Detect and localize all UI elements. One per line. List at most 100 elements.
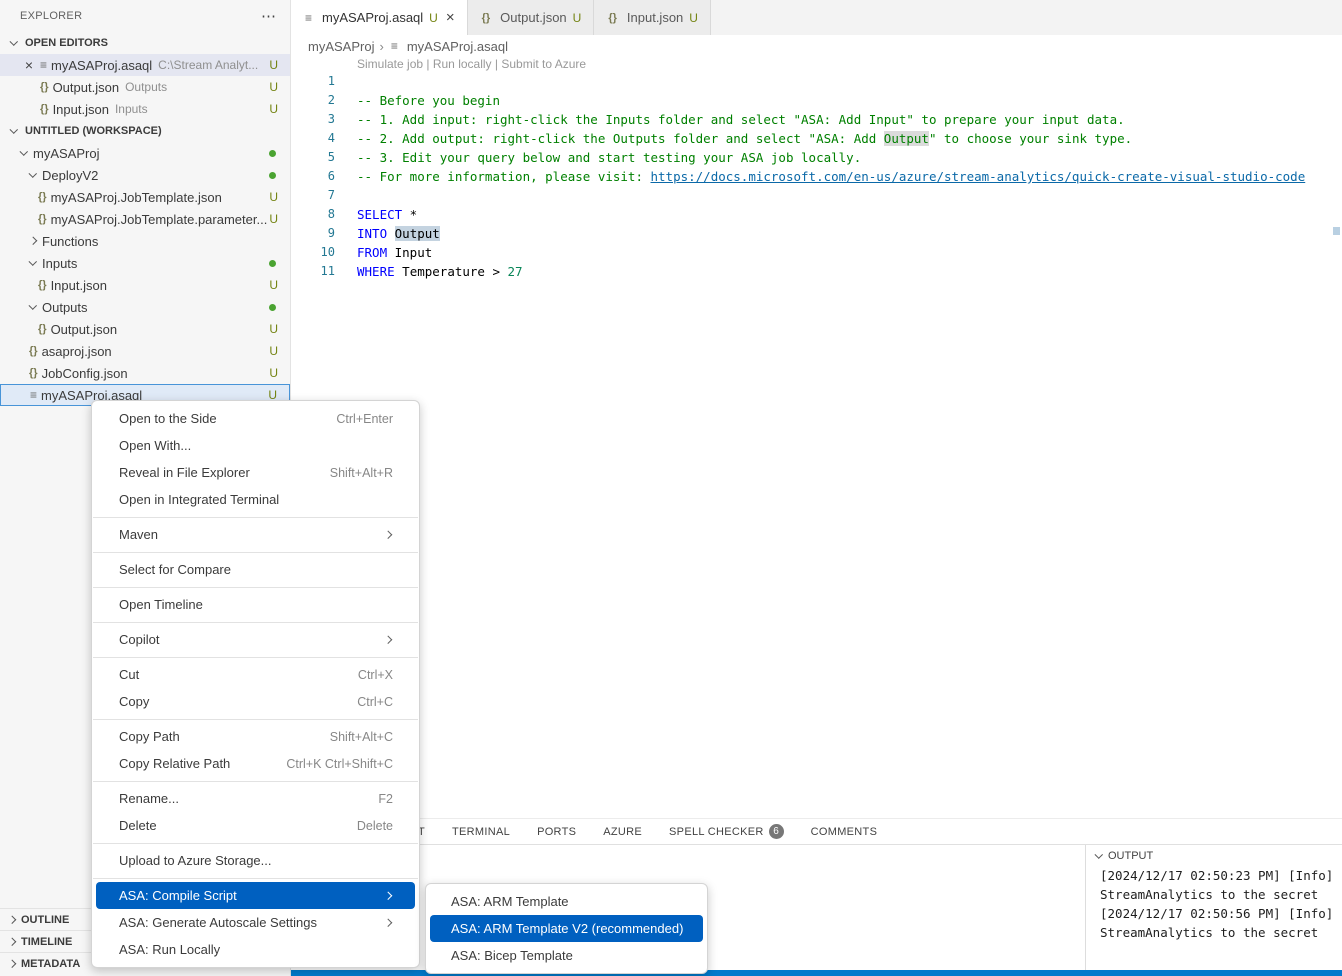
tree-item-input-json[interactable]: {}Input.jsonU — [0, 274, 290, 296]
breadcrumb-file[interactable]: myASAProj.asaql — [407, 39, 508, 54]
breadcrumb-separator: › — [379, 39, 383, 54]
submenu-item-asa-arm-template-v2-recommended[interactable]: ASA: ARM Template V2 (recommended) — [430, 915, 703, 942]
file-name: Output.json — [51, 322, 118, 337]
submenu-item-asa-bicep-template[interactable]: ASA: Bicep Template — [426, 942, 707, 969]
menu-item-copilot[interactable]: Copilot — [92, 626, 419, 653]
more-actions-icon[interactable]: ⋯ — [261, 7, 276, 25]
menu-item-copy-relative-path[interactable]: Copy Relative PathCtrl+K Ctrl+Shift+C — [92, 750, 419, 777]
workspace-section-header[interactable]: UNTITLED (WORKSPACE) — [0, 120, 290, 142]
json-icon: {} — [608, 12, 617, 24]
panel-tab-ports[interactable]: PORTS — [537, 826, 576, 838]
code-line: 5-- 3. Edit your query below and start t… — [291, 148, 1342, 167]
code-text — [335, 72, 357, 91]
tree-item-myasaproj[interactable]: myASAProj — [0, 142, 290, 164]
output-log-line: StreamAnalytics to the secret — [1100, 885, 1342, 904]
file-icon: ≡ — [30, 388, 37, 402]
editor-tab-output-json[interactable]: {}Output.jsonU — [468, 0, 595, 35]
menu-item-label: Copilot — [119, 632, 159, 647]
codelens: Simulate job | Run locally | Submit to A… — [357, 57, 586, 71]
menu-item-cut[interactable]: CutCtrl+X — [92, 661, 419, 688]
file-name: JobConfig.json — [42, 366, 128, 381]
close-icon[interactable]: × — [20, 57, 38, 73]
menu-item-delete[interactable]: DeleteDelete — [92, 812, 419, 839]
output-panel-header[interactable]: OUTPUT — [1086, 845, 1342, 864]
editor-tabbar: ≡myASAProj.asaqlU×{}Output.jsonU{}Input.… — [291, 0, 1342, 35]
menu-item-upload-to-azure-storage[interactable]: Upload to Azure Storage... — [92, 847, 419, 874]
menu-item-select-for-compare[interactable]: Select for Compare — [92, 556, 419, 583]
chevron-down-icon — [27, 170, 38, 181]
menu-item-copy-path[interactable]: Copy PathShift+Alt+C — [92, 723, 419, 750]
menu-item-open-timeline[interactable]: Open Timeline — [92, 591, 419, 618]
tree-item-myasaproj-jobtemplate-json[interactable]: {}myASAProj.JobTemplate.jsonU — [0, 186, 290, 208]
line-number: 2 — [291, 91, 335, 110]
file-name: Output.json — [53, 80, 120, 95]
git-status-badge: U — [429, 11, 438, 25]
tree-item-functions[interactable]: Functions — [0, 230, 290, 252]
editor-tab-input-json[interactable]: {}Input.jsonU — [594, 0, 711, 35]
tree-item-jobconfig-json[interactable]: {}JobConfig.jsonU — [0, 362, 290, 384]
tree-item-asaproj-json[interactable]: {}asaproj.jsonU — [0, 340, 290, 362]
code-token: FROM — [357, 245, 387, 260]
chevron-down-icon — [27, 302, 38, 313]
sidebar-header: EXPLORER ⋯ — [0, 0, 290, 32]
workspace-label: UNTITLED (WORKSPACE) — [25, 125, 162, 137]
panel-tab-azure[interactable]: AZURE — [603, 826, 642, 838]
panel-tab-spell-checker[interactable]: SPELL CHECKER6 — [669, 824, 784, 839]
line-number: 3 — [291, 110, 335, 129]
menu-item-open-with[interactable]: Open With... — [92, 432, 419, 459]
tree-item-deployv2[interactable]: DeployV2 — [0, 164, 290, 186]
menu-item-asa-generate-autoscale-settings[interactable]: ASA: Generate Autoscale Settings — [92, 909, 419, 936]
menu-item-label: Copy Relative Path — [119, 756, 230, 771]
chevron-right-icon — [382, 634, 393, 645]
menu-item-open-to-the-side[interactable]: Open to the SideCtrl+Enter — [92, 405, 419, 432]
codelens-action-run-locally[interactable]: Run locally — [433, 57, 492, 71]
open-editors-section-header[interactable]: OPEN EDITORS — [0, 32, 290, 54]
panel-tab-comments[interactable]: COMMENTS — [811, 826, 878, 838]
menu-shortcut: Ctrl+Enter — [336, 412, 393, 426]
file-detail: Outputs — [125, 80, 167, 94]
panel-tab-label: PORTS — [537, 826, 576, 838]
open-editor-item-myasaproj-asaql[interactable]: ×≡myASAProj.asaqlC:\Stream Analyt...U — [0, 54, 290, 76]
json-icon: {} — [38, 191, 47, 203]
submenu-item-asa-arm-template[interactable]: ASA: ARM Template — [426, 888, 707, 915]
menu-shortcut: Ctrl+X — [358, 668, 393, 682]
code-token: -- 1. Add input: right-click the Inputs … — [357, 112, 1125, 127]
menu-item-rename[interactable]: Rename...F2 — [92, 785, 419, 812]
code-line: 10FROM Input — [291, 243, 1342, 262]
menu-shortcut: Delete — [357, 819, 393, 833]
tree-item-output-json[interactable]: {}Output.jsonU — [0, 318, 290, 340]
tree-item-inputs[interactable]: Inputs — [0, 252, 290, 274]
line-number: 10 — [291, 243, 335, 262]
editor-tab-myasaproj-asaql[interactable]: ≡myASAProj.asaqlU× — [291, 0, 468, 35]
breadcrumb-folder[interactable]: myASAProj — [308, 39, 374, 54]
context-submenu: ASA: ARM TemplateASA: ARM Template V2 (r… — [425, 883, 708, 974]
panel-tab-terminal[interactable]: TERMINAL — [452, 826, 510, 838]
section-label: OUTLINE — [21, 914, 69, 926]
close-icon[interactable]: × — [446, 9, 455, 26]
menu-item-reveal-in-file-explorer[interactable]: Reveal in File ExplorerShift+Alt+R — [92, 459, 419, 486]
menu-item-asa-run-locally[interactable]: ASA: Run Locally — [92, 936, 419, 963]
tree-item-myasaproj-jobtemplate-parameter[interactable]: {}myASAProj.JobTemplate.parameter...U — [0, 208, 290, 230]
open-editor-item-output-json[interactable]: {}Output.jsonOutputsU — [0, 76, 290, 98]
code-text: INTO Output — [335, 224, 440, 243]
panel-tabbar: OUTPUTTERMINALPORTSAZURESPELL CHECKER6CO… — [291, 819, 1342, 845]
chevron-down-icon — [27, 258, 38, 269]
menu-item-asa-compile-script[interactable]: ASA: Compile Script — [96, 882, 415, 909]
menu-item-label: Open Timeline — [119, 597, 203, 612]
code-text: WHERE Temperature > 27 — [335, 262, 523, 281]
file-icon: ≡ — [391, 39, 398, 53]
menu-item-copy[interactable]: CopyCtrl+C — [92, 688, 419, 715]
menu-separator — [93, 657, 418, 658]
codelens-action-submit-to-azure[interactable]: Submit to Azure — [501, 57, 586, 71]
open-editor-item-input-json[interactable]: {}Input.jsonInputsU — [0, 98, 290, 120]
panel-tab-badge: 6 — [769, 824, 784, 839]
menu-item-maven[interactable]: Maven — [92, 521, 419, 548]
file-icon: ≡ — [40, 58, 47, 72]
menu-item-label: Reveal in File Explorer — [119, 465, 250, 480]
tree-item-outputs[interactable]: Outputs — [0, 296, 290, 318]
code-line: 1 — [291, 72, 1342, 91]
menu-item-open-in-integrated-terminal[interactable]: Open in Integrated Terminal — [92, 486, 419, 513]
code-editor[interactable]: 12-- Before you begin3-- 1. Add input: r… — [291, 72, 1342, 281]
codelens-action-simulate-job[interactable]: Simulate job — [357, 57, 423, 71]
vscode-window: { "colors": { "accent": "#0060c0", "menu… — [0, 0, 1342, 976]
